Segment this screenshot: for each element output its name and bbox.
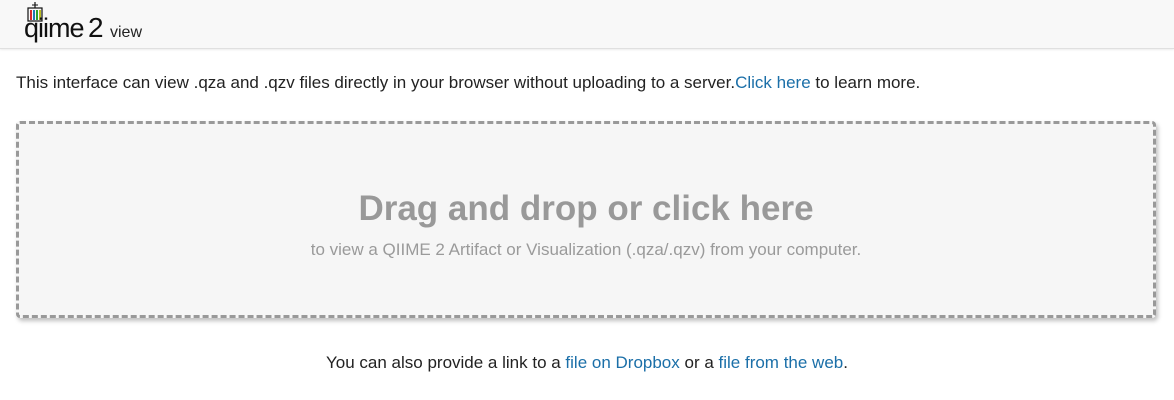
learn-more-link[interactable]: Click here <box>735 73 811 92</box>
brand-logo-link[interactable]: qiime 2 view <box>22 2 162 46</box>
intro-paragraph: This interface can view .qza and .qzv fi… <box>16 73 920 93</box>
intro-text: This interface can view .qza and .qzv fi… <box>16 73 736 92</box>
logo-qiime-text: qiime <box>24 13 85 43</box>
footer-suffix: . <box>843 353 848 372</box>
dropzone-title: Drag and drop or click here <box>358 189 814 228</box>
file-dropzone[interactable]: Drag and drop or click here to view a QI… <box>16 121 1156 318</box>
footer-middle: or a <box>679 353 719 372</box>
alternate-sources-paragraph: You can also provide a link to a file on… <box>0 353 1174 373</box>
logo-view-text: view <box>110 24 143 41</box>
dropzone-subtitle: to view a QIIME 2 Artifact or Visualizat… <box>310 240 862 259</box>
intro-suffix: to learn more. <box>810 73 921 92</box>
web-file-link[interactable]: file from the web <box>719 353 844 372</box>
top-navbar: qiime 2 view <box>0 0 1174 49</box>
footer-prefix: You can also provide a link to a <box>326 353 566 372</box>
logo-two-text: 2 <box>88 12 104 43</box>
dropbox-link[interactable]: file on Dropbox <box>565 353 679 372</box>
